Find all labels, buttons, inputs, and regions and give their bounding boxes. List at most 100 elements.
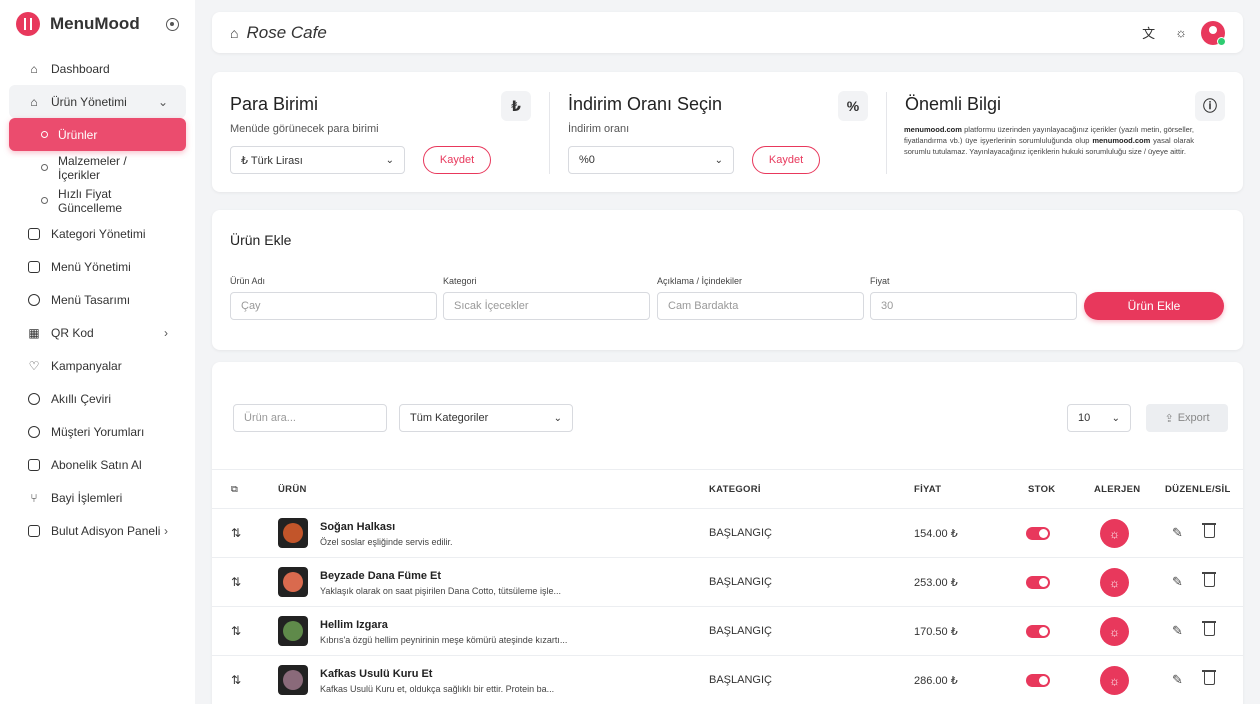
allergen-button[interactable]: ☼: [1100, 617, 1129, 646]
sidebar-item-cloud-pos[interactable]: Bulut Adisyon Paneli ›: [9, 514, 186, 547]
description-label: Açıklama / İçindekiler: [657, 276, 743, 286]
translate-icon[interactable]: 文: [1142, 23, 1155, 42]
category-icon: [27, 227, 41, 241]
discount-subtitle: İndirim oranı: [568, 123, 630, 135]
chevron-down-icon: ⌄: [714, 154, 723, 166]
drag-sort-icon[interactable]: ⇅: [231, 526, 241, 540]
edit-icon[interactable]: ✎: [1172, 623, 1183, 639]
chat-icon: [27, 425, 41, 439]
category-filter-select[interactable]: Tüm Kategoriler ⌄: [399, 404, 573, 432]
sidebar-item-label: Menü Tasarımı: [51, 292, 131, 307]
lira-icon: ₺: [501, 91, 531, 121]
select-columns-icon[interactable]: ⧉: [231, 484, 238, 495]
edit-icon[interactable]: ✎: [1172, 574, 1183, 590]
product-list-card: Ürün ara... Tüm Kategoriler ⌄ 10 ⌄ ⇪ Exp…: [212, 362, 1243, 704]
product-thumbnail: [278, 665, 308, 695]
category-label: Kategori: [443, 276, 477, 286]
trash-icon[interactable]: [1202, 523, 1216, 538]
app-name: MenuMood: [50, 14, 140, 33]
sidebar-item-categories[interactable]: Kategori Yönetimi: [9, 217, 186, 250]
sidebar-item-label: Ürün Yönetimi: [51, 94, 127, 109]
search-input[interactable]: Ürün ara...: [233, 404, 387, 432]
sun-icon[interactable]: ☼: [1175, 25, 1187, 40]
sidebar-item-label: Bulut Adisyon Paneli: [51, 523, 161, 538]
edit-icon[interactable]: ✎: [1172, 525, 1183, 541]
page-size-select[interactable]: 10 ⌄: [1067, 404, 1131, 432]
upload-icon: ⇪: [1164, 412, 1174, 425]
price-input[interactable]: 30: [870, 292, 1077, 320]
sidebar: MenuMood ⌂ Dashboard ⌂ Ürün Yönetimi ⌄ Ü…: [0, 0, 195, 704]
drag-sort-icon[interactable]: ⇅: [231, 575, 241, 589]
sidebar-item-dealer[interactable]: ⑂ Bayi İşlemleri: [9, 481, 186, 514]
product-name: Hellim Izgara: [320, 619, 388, 631]
allergen-button[interactable]: ☼: [1100, 519, 1129, 548]
description-input[interactable]: Cam Bardakta: [657, 292, 864, 320]
product-name: Kafkas Usulü Kuru Et: [320, 668, 433, 680]
logo[interactable]: MenuMood: [0, 0, 195, 48]
product-price: 253.00 ₺: [914, 577, 958, 589]
stock-toggle[interactable]: [1026, 527, 1050, 540]
name-input[interactable]: Çay: [230, 292, 437, 320]
product-price: 154.00 ₺: [914, 528, 958, 540]
sidebar-item-label: Ürünler: [58, 127, 98, 142]
sidebar-item-reviews[interactable]: Müşteri Yorumları: [9, 415, 186, 448]
product-category: BAŞLANGIÇ: [709, 576, 772, 588]
chevron-right-icon: ›: [164, 523, 168, 538]
sidebar-item-subscription[interactable]: Abonelik Satın Al: [9, 448, 186, 481]
discount-save-button[interactable]: Kaydet: [752, 146, 820, 174]
top-bar: ⌂ Rose Cafe 文 ☼: [212, 12, 1243, 53]
allergen-button[interactable]: ☼: [1100, 666, 1129, 695]
product-category: BAŞLANGIÇ: [709, 625, 772, 637]
add-product-button[interactable]: Ürün Ekle: [1084, 292, 1224, 320]
heart-icon: ♡: [28, 358, 40, 373]
stock-toggle[interactable]: [1026, 674, 1050, 687]
currency-save-button[interactable]: Kaydet: [423, 146, 491, 174]
sidebar-item-menu-design[interactable]: Menü Tasarımı: [9, 283, 186, 316]
chevron-down-icon: ⌄: [553, 412, 562, 424]
bullet-icon: [41, 164, 48, 171]
edit-icon[interactable]: ✎: [1172, 672, 1183, 688]
sidebar-item-dashboard[interactable]: ⌂ Dashboard: [9, 52, 186, 85]
column-edit-delete: DÜZENLE/SİL: [1165, 484, 1231, 495]
settings-card: Para Birimi Menüde görünecek para birimi…: [212, 72, 1243, 192]
avatar[interactable]: [1201, 20, 1226, 46]
discount-select[interactable]: %0 ⌄: [568, 146, 734, 174]
product-name: Beyzade Dana Füme Et: [320, 570, 442, 582]
drag-sort-icon[interactable]: ⇅: [231, 624, 241, 638]
sidebar-item-menu-management[interactable]: Menü Yönetimi: [9, 250, 186, 283]
sidebar-toggle-icon[interactable]: [166, 17, 179, 31]
stock-toggle[interactable]: [1026, 625, 1050, 638]
sidebar-item-qr-code[interactable]: ▦ QR Kod ›: [9, 316, 186, 349]
currency-select[interactable]: ₺ Türk Lirası ⌄: [230, 146, 405, 174]
info-icon: ⓘ: [1195, 91, 1225, 121]
sidebar-item-ingredients[interactable]: Malzemeler / İçerikler: [9, 151, 186, 184]
sidebar-item-product-management[interactable]: ⌂ Ürün Yönetimi ⌄: [9, 85, 186, 118]
allergen-icon: ☼: [1109, 624, 1120, 639]
sidebar-item-label: Müşteri Yorumları: [51, 424, 145, 439]
trash-icon[interactable]: [1202, 670, 1216, 685]
fork-knife-icon: [16, 12, 40, 36]
drag-sort-icon[interactable]: ⇅: [231, 673, 241, 687]
sidebar-item-label: Malzemeler / İçerikler: [58, 153, 127, 182]
product-description: Kafkas Usulü Kuru et, oldukça sağlıklı b…: [320, 684, 555, 694]
add-product-card: Ürün Ekle Ürün Adı Çay Kategori Sıcak İç…: [212, 210, 1243, 350]
sidebar-item-products[interactable]: Ürünler: [9, 118, 186, 151]
branch-icon: ⑂: [30, 490, 38, 505]
product-description: Özel soslar eşliğinde servis edilir.: [320, 537, 453, 547]
allergen-icon: ☼: [1109, 526, 1120, 541]
trash-icon[interactable]: [1202, 572, 1216, 587]
sidebar-item-smart-translate[interactable]: Akıllı Çeviri: [9, 382, 186, 415]
sidebar-item-label: Hızlı Fiyat Güncelleme: [58, 186, 123, 215]
bullet-icon: [41, 131, 48, 138]
stock-toggle[interactable]: [1026, 576, 1050, 589]
allergen-button[interactable]: ☼: [1100, 568, 1129, 597]
category-input[interactable]: Sıcak İçecekler: [443, 292, 650, 320]
table-header: ⧉ ÜRÜN KATEGORİ FİYAT STOK ALERJEN DÜZEN…: [212, 469, 1243, 509]
export-button[interactable]: ⇪ Export: [1146, 404, 1228, 432]
sidebar-item-label: Kategori Yönetimi: [51, 226, 146, 241]
name-label: Ürün Adı: [230, 276, 266, 286]
sidebar-item-campaigns[interactable]: ♡ Kampanyalar: [9, 349, 186, 382]
sidebar-item-quick-price[interactable]: Hızlı Fiyat Güncelleme: [9, 184, 186, 217]
home-icon: ⌂: [30, 61, 38, 76]
trash-icon[interactable]: [1202, 621, 1216, 636]
